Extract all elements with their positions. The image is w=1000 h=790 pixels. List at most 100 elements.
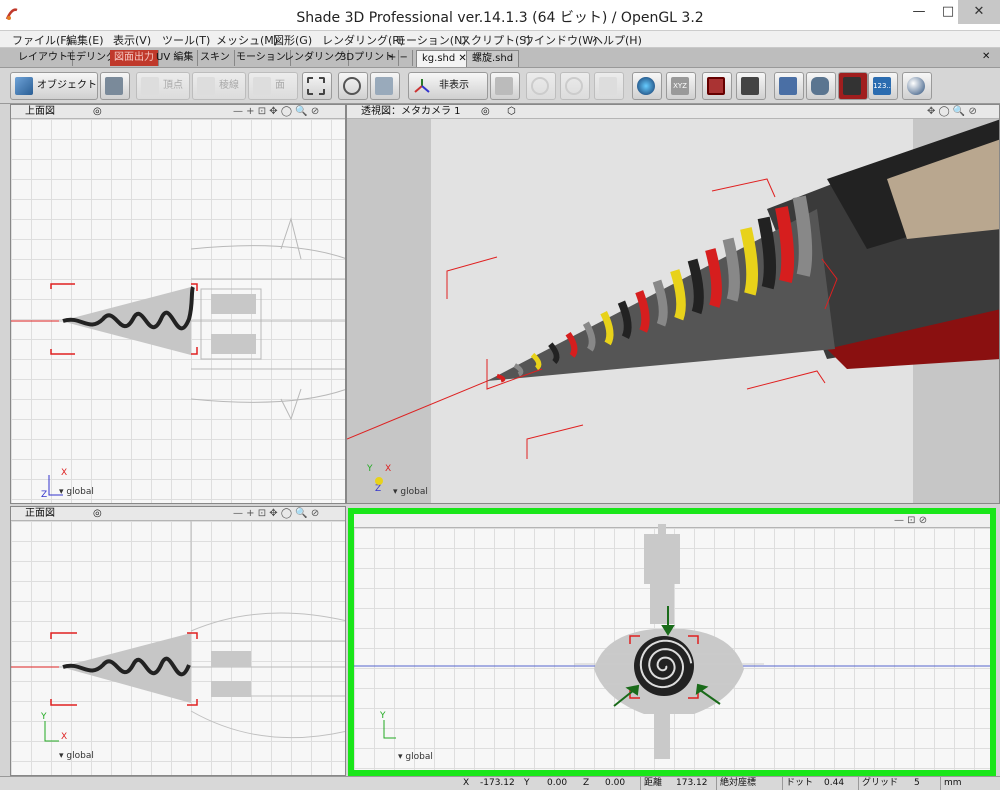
menu-view[interactable]: 表示(V) — [113, 32, 151, 48]
coordinate-mode-button[interactable]: 絶対座標 — [716, 777, 756, 790]
edge-icon — [197, 77, 215, 95]
drill-stripe — [705, 248, 722, 308]
rotate-icon — [343, 77, 361, 95]
numeric-icon: 123.. — [873, 77, 891, 95]
edge-mode-button[interactable]: 稜線 — [192, 72, 246, 100]
close-button[interactable]: ✕ — [958, 0, 1000, 24]
rotate-button[interactable] — [338, 72, 368, 100]
object-mode-button[interactable]: オブジェクト — [10, 72, 98, 100]
status-grid-label: グリッド — [858, 777, 898, 790]
axis-label-x: X — [61, 468, 67, 478]
menu-render[interactable]: レンダリング(R) — [322, 32, 404, 48]
viewport-controls[interactable]: — + ⊡ ✥ ◯ 🔍 ⊘ — [233, 507, 319, 520]
unit-select[interactable]: mm — [940, 777, 980, 790]
status-dot-value: 0.44 — [824, 778, 845, 788]
hide-button[interactable]: 非表示 — [408, 72, 488, 100]
head-button[interactable] — [806, 72, 836, 100]
link-icon — [375, 77, 393, 95]
tab-skin[interactable]: スキン — [196, 50, 235, 66]
menu-tools[interactable]: ツール(T) — [162, 32, 210, 48]
viewport-controls[interactable]: ✥ ◯ 🔍 ⊘ — [927, 105, 977, 118]
status-x-value: -173.12 — [480, 778, 515, 788]
drill-stripe — [792, 195, 813, 277]
global-label[interactable]: ▾ global — [59, 487, 94, 497]
four-view-button[interactable] — [702, 72, 732, 100]
menu-motion[interactable]: モーション(N) — [395, 32, 467, 48]
front-view-viewport[interactable]: 正面図 ◎ — + ⊡ ✥ ◯ 🔍 ⊘ YX ▾ global — [10, 506, 346, 776]
viewport-settings-icon[interactable]: ◎ — [93, 105, 102, 118]
axis-label-x: X — [61, 732, 67, 742]
top-view-model: XZ — [11, 217, 345, 500]
menu-script[interactable]: スクリプト(S) — [460, 32, 531, 48]
numeric-button[interactable]: 123.. — [868, 72, 898, 100]
doc-tab-label: 螺旋.shd — [472, 53, 514, 64]
sphere-button[interactable] — [902, 72, 932, 100]
face-mode-button[interactable]: 面 — [248, 72, 298, 100]
shading-icon[interactable]: ⬡ — [507, 105, 516, 118]
viewport-controls[interactable]: — + ⊡ ✥ ◯ 🔍 ⊘ — [233, 105, 319, 118]
face-icon — [253, 77, 271, 95]
menu-shape[interactable]: 図形(G) — [273, 32, 312, 48]
menu-help[interactable]: ヘルプ(H) — [592, 32, 642, 48]
axis-icon — [414, 79, 430, 93]
target2-button[interactable] — [560, 72, 590, 100]
cube-icon — [15, 77, 33, 95]
workspace-tabbar: レイアウト モデリング 図面出力 UV 編集 スキン モーション レンダリング … — [0, 48, 1000, 68]
global-label[interactable]: ▾ global — [398, 752, 433, 762]
status-distance-value: 173.12 — [676, 778, 708, 788]
snap-icon — [495, 77, 513, 95]
grid-icon — [741, 77, 759, 95]
vertex-icon — [141, 77, 159, 95]
menu-file[interactable]: ファイル(F) — [12, 32, 71, 48]
select-box-button[interactable] — [302, 72, 332, 100]
top-view-viewport[interactable]: 上面図 ◎ — + ⊡ ✥ ◯ 🔍 ⊘ XZ ▾ global — [10, 104, 346, 504]
axis-label-z: Z — [41, 490, 47, 500]
menu-edit[interactable]: 編集(E) — [66, 32, 104, 48]
viewport-settings-icon[interactable]: ◎ — [481, 105, 490, 118]
axis-label-z: Z — [375, 484, 381, 494]
snap-button[interactable] — [490, 72, 520, 100]
status-y-label: Y — [524, 778, 530, 788]
perspective-viewport[interactable]: 透視図：メタカメラ 1 ◎ ⬡ ✥ ◯ 🔍 ⊘ X YZ ▾ global — [346, 104, 1000, 504]
status-distance-label: 距離 — [640, 777, 662, 790]
side-view-viewport[interactable]: — ⊡ ⊘ Y ▾ global — [348, 508, 996, 776]
camera-icon — [105, 77, 123, 95]
viewport-settings-icon[interactable]: ◎ — [93, 507, 102, 520]
tab-add-remove[interactable]: + − — [384, 50, 413, 66]
globe-button[interactable] — [632, 72, 662, 100]
doc-tab-kg[interactable]: kg.shd ✕ — [416, 50, 473, 67]
menu-window[interactable]: ウインドウ(W) — [523, 32, 597, 48]
status-dot-label: ドット — [782, 777, 813, 790]
link-button[interactable] — [370, 72, 400, 100]
window-title: Shade 3D Professional ver.14.1.3 (64 ビット… — [296, 10, 704, 26]
close-doc-icon[interactable]: ✕ — [982, 51, 990, 62]
table-button[interactable] — [774, 72, 804, 100]
side-view-model: Y — [354, 524, 990, 759]
grid-view-button[interactable] — [736, 72, 766, 100]
viewport-title: 透視図：メタカメラ 1 — [361, 106, 461, 117]
global-label[interactable]: ▾ global — [59, 751, 94, 761]
target-button[interactable] — [526, 72, 556, 100]
global-label[interactable]: ▾ global — [393, 487, 428, 497]
camera-button[interactable] — [100, 72, 130, 100]
menu-mesh[interactable]: メッシュ(M) — [216, 32, 278, 48]
drill-stripe — [775, 206, 795, 284]
viewport-title: 上面図 — [25, 106, 55, 117]
viewport-header: 上面図 ◎ — + ⊡ ✥ ◯ 🔍 ⊘ — [11, 105, 345, 119]
head-icon — [811, 77, 829, 95]
four-view-icon — [707, 77, 725, 95]
car-button[interactable] — [838, 72, 868, 100]
axis-label-y: Y — [366, 464, 373, 474]
globe-icon — [637, 77, 655, 95]
list-button[interactable] — [594, 72, 624, 100]
xyz-icon: XYZ — [671, 77, 689, 95]
tab-uv-edit[interactable]: UV 編集 — [152, 50, 199, 66]
viewport-header: 正面図 ◎ — + ⊡ ✥ ◯ 🔍 ⊘ — [11, 507, 345, 521]
xyz-button[interactable]: XYZ — [666, 72, 696, 100]
sphere-icon — [907, 77, 925, 95]
drill-stripe — [722, 237, 740, 302]
menu-bar: ファイル(F) 編集(E) 表示(V) ツール(T) メッシュ(M) 図形(G)… — [0, 31, 1000, 48]
doc-tab-spiral[interactable]: 螺旋.shd — [466, 50, 520, 67]
table-icon — [779, 77, 797, 95]
vertex-mode-button[interactable]: 頂点 — [136, 72, 190, 100]
